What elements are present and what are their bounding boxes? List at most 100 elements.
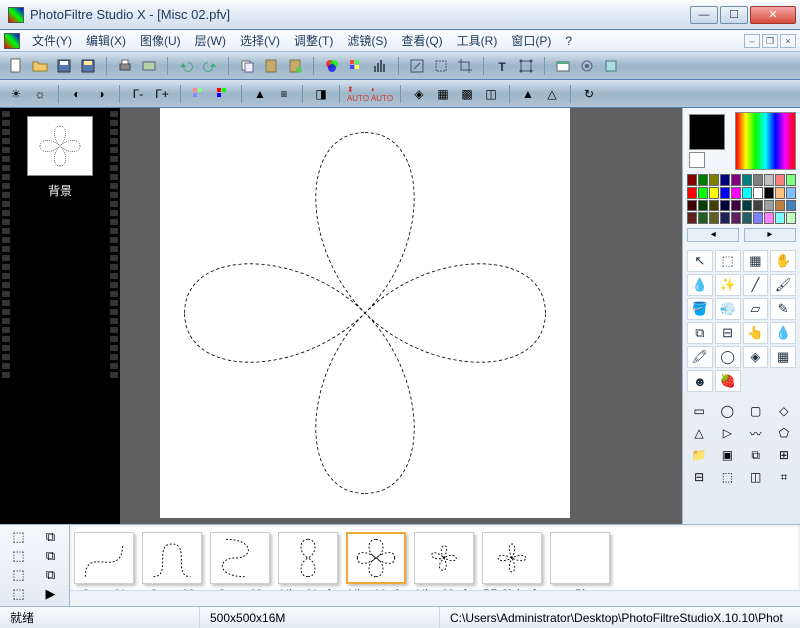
save-icon[interactable] [54, 56, 74, 76]
palette-swatch[interactable] [775, 212, 785, 224]
brightness-plus-icon[interactable]: ☼ [30, 84, 50, 104]
paste-icon[interactable] [261, 56, 281, 76]
sharpen-icon[interactable]: ◈ [409, 84, 429, 104]
palette-swatch[interactable] [698, 200, 708, 212]
copy-icon[interactable] [237, 56, 257, 76]
mirror-v-icon[interactable]: △ [542, 84, 562, 104]
shape-folder-icon[interactable]: 📁 [687, 446, 711, 464]
brush-tool[interactable]: 🖌 [770, 274, 796, 296]
close-button[interactable]: ✕ [750, 6, 796, 24]
palette-swatch[interactable] [764, 212, 774, 224]
deform-tool[interactable]: ◈ [743, 346, 769, 368]
pointer-tool[interactable]: ↖ [687, 250, 713, 272]
palette-swatch[interactable] [786, 187, 796, 199]
undo-icon[interactable] [176, 56, 196, 76]
palette-swatch[interactable] [786, 174, 796, 186]
print-icon[interactable] [115, 56, 135, 76]
palette-icon[interactable] [346, 56, 366, 76]
sm-btn3[interactable]: ⬚ [4, 548, 33, 564]
palette-swatch[interactable] [720, 212, 730, 224]
color-palette[interactable] [687, 174, 796, 224]
save-as-icon[interactable] [78, 56, 98, 76]
wand-tool[interactable]: ✨ [715, 274, 741, 296]
palette-swatch[interactable] [709, 212, 719, 224]
palette-swatch[interactable] [731, 187, 741, 199]
mdi-restore-button[interactable]: ❐ [762, 34, 778, 48]
palette-swatch[interactable] [687, 212, 697, 224]
selection-tool[interactable]: ⬚ [715, 250, 741, 272]
line-tool[interactable]: ╱ [743, 274, 769, 296]
rotate-icon[interactable]: ↻ [579, 84, 599, 104]
mdi-close-button[interactable]: × [780, 34, 796, 48]
shape-rect-icon[interactable]: ▭ [687, 402, 711, 420]
menu-layer[interactable]: 层(W) [189, 30, 232, 51]
shape-rhombus-icon[interactable]: ◇ [772, 402, 796, 420]
palette-swatch[interactable] [687, 200, 697, 212]
palette-swatch[interactable] [786, 212, 796, 224]
sm-btn2[interactable]: ⧉ [36, 529, 65, 545]
mirror-h-icon[interactable]: ▲ [518, 84, 538, 104]
canvas-size-icon[interactable] [431, 56, 451, 76]
settings-icon[interactable] [601, 56, 621, 76]
palette-next-button[interactable]: ▸ [744, 228, 796, 242]
menu-image[interactable]: 图像(U) [134, 30, 187, 51]
sm-btn1[interactable]: ⬚ [4, 529, 33, 545]
pencil-tool[interactable]: ✎ [770, 298, 796, 320]
histogram-icon[interactable] [370, 56, 390, 76]
menu-filter[interactable]: 滤镜(S) [341, 30, 393, 51]
palette-swatch[interactable] [753, 212, 763, 224]
smudge-tool[interactable]: 👆 [743, 322, 769, 344]
crop-icon[interactable] [455, 56, 475, 76]
menu-adjust[interactable]: 调整(T) [288, 30, 339, 51]
blur-tool[interactable]: 💧 [770, 322, 796, 344]
menu-edit[interactable]: 编辑(X) [80, 30, 132, 51]
resize-icon[interactable] [407, 56, 427, 76]
strawberry-icon[interactable]: 🍓 [715, 370, 741, 392]
shape-roundrect-icon[interactable]: ▢ [744, 402, 768, 420]
shape-polygon-icon[interactable]: ⬠ [772, 424, 796, 442]
palette-swatch[interactable] [709, 174, 719, 186]
palette-swatch[interactable] [742, 200, 752, 212]
opt2-icon[interactable]: ⧉ [744, 446, 768, 464]
palette-swatch[interactable] [753, 200, 763, 212]
contrast-minus-icon[interactable]: ◐ [67, 84, 87, 104]
shape-triangle2-icon[interactable]: ▷ [715, 424, 739, 442]
auto-contrast-icon[interactable]: ⬍AUTO [348, 84, 368, 104]
menu-view[interactable]: 查看(Q) [395, 30, 448, 51]
new-icon[interactable] [6, 56, 26, 76]
histogram-filter-icon[interactable]: ▲ [250, 84, 270, 104]
menu-window[interactable]: 窗口(P) [505, 30, 557, 51]
brightness-minus-icon[interactable]: ☀ [6, 84, 26, 104]
opt5-icon[interactable]: ⬚ [715, 468, 739, 486]
saturation-minus-icon[interactable] [189, 84, 209, 104]
menu-select[interactable]: 选择(V) [234, 30, 286, 51]
shape-lasso-icon[interactable]: 〰 [744, 424, 768, 442]
palette-swatch[interactable] [731, 200, 741, 212]
maximize-button[interactable]: ☐ [720, 6, 748, 24]
color-swatches[interactable] [687, 112, 733, 170]
auto-levels-icon[interactable]: ◐AUTO [372, 84, 392, 104]
paste-new-icon[interactable] [285, 56, 305, 76]
background-color[interactable] [689, 152, 705, 168]
mdi-minimize-button[interactable]: – [744, 34, 760, 48]
palette-swatch[interactable] [698, 212, 708, 224]
palette-swatch[interactable] [742, 174, 752, 186]
palette-swatch[interactable] [753, 187, 763, 199]
explorer-icon[interactable] [553, 56, 573, 76]
grid-icon[interactable]: ▦ [770, 346, 796, 368]
art-tool[interactable]: 🖍 [687, 346, 713, 368]
palette-swatch[interactable] [742, 212, 752, 224]
palette-prev-button[interactable]: ◂ [687, 228, 739, 242]
palette-swatch[interactable] [775, 200, 785, 212]
redo-icon[interactable] [200, 56, 220, 76]
palette-swatch[interactable] [720, 174, 730, 186]
move-tool[interactable]: ▦ [743, 250, 769, 272]
opt4-icon[interactable]: ⊟ [687, 468, 711, 486]
transform-icon[interactable] [516, 56, 536, 76]
palette-swatch[interactable] [764, 187, 774, 199]
face-icon[interactable]: ☻ [687, 370, 713, 392]
grayscale-icon[interactable]: ◨ [311, 84, 331, 104]
palette-swatch[interactable] [786, 200, 796, 212]
palette-swatch[interactable] [687, 187, 697, 199]
palette-swatch[interactable] [775, 187, 785, 199]
